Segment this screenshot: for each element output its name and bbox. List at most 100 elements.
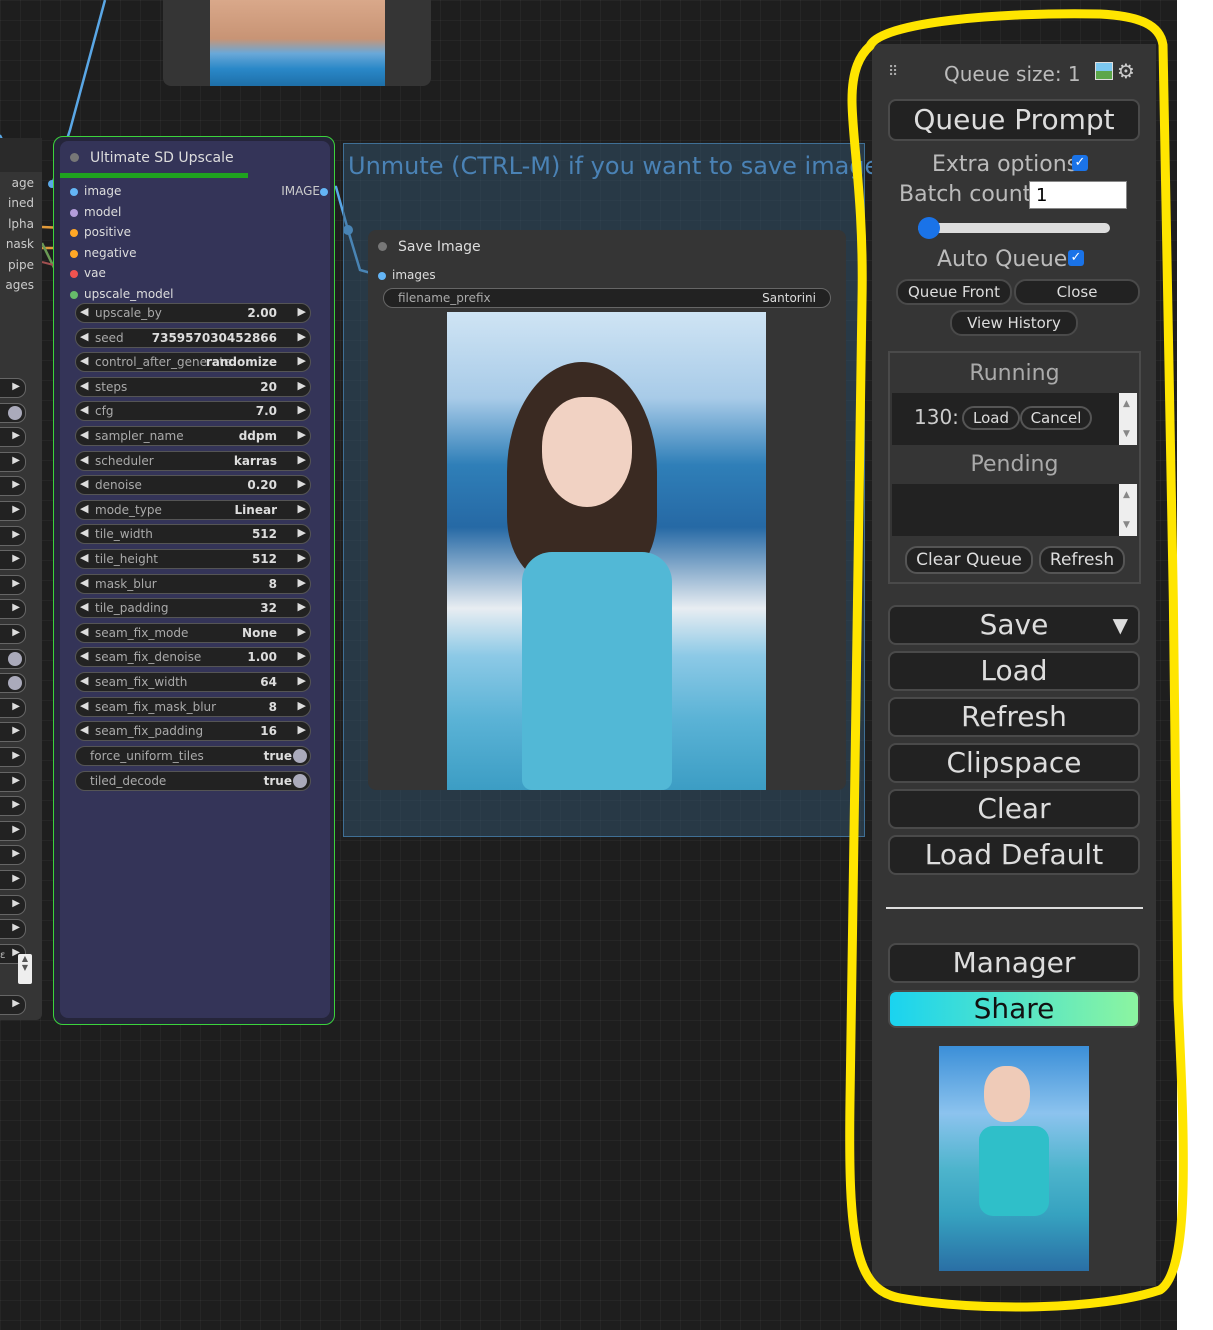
queue-front-button[interactable]: Queue Front: [896, 279, 1012, 305]
left-widget[interactable]: [0, 648, 26, 669]
increment-arrow-icon[interactable]: ▶: [12, 898, 20, 909]
left-widget[interactable]: ▶: [0, 476, 26, 497]
pending-scrollbar[interactable]: ▲ ▼: [1119, 484, 1137, 536]
left-widget[interactable]: ▶: [0, 525, 26, 546]
increment-arrow-icon[interactable]: ▶: [12, 922, 20, 933]
toggle-tiled-decode[interactable]: tiled_decode true: [75, 770, 311, 791]
widget-seam-fix-denoise[interactable]: ◀ seam_fix_denoise 1.00 ▶: [75, 647, 311, 668]
widget-steps[interactable]: ◀ steps 20 ▶: [75, 376, 311, 397]
top-image-node[interactable]: [163, 0, 431, 86]
decrement-arrow-icon[interactable]: ◀: [80, 674, 88, 687]
drag-handle-icon[interactable]: ⠿: [888, 64, 898, 80]
output-image-preview[interactable]: [447, 312, 766, 790]
increment-arrow-icon[interactable]: ▶: [298, 551, 306, 564]
widget-seam-fix-width[interactable]: ◀ seam_fix_width 64 ▶: [75, 672, 311, 692]
increment-arrow-icon[interactable]: ▶: [12, 873, 20, 884]
scroll-down-icon[interactable]: ▼: [1123, 520, 1130, 530]
widget-upscale-by[interactable]: ◀ upscale_by 2.00 ▶: [75, 303, 311, 323]
image-icon[interactable]: [1095, 62, 1113, 80]
increment-arrow-icon[interactable]: ▶: [298, 649, 306, 662]
widget-control-after-generate[interactable]: ◀ control_after_generate randomize ▶: [75, 352, 311, 373]
decrement-arrow-icon[interactable]: ◀: [80, 354, 88, 367]
decrement-arrow-icon[interactable]: ◀: [80, 428, 88, 441]
widget-cfg[interactable]: ◀ cfg 7.0 ▶: [75, 401, 311, 422]
toggle-knob-icon[interactable]: [8, 676, 22, 691]
running-scrollbar[interactable]: ▲ ▼: [1119, 393, 1137, 445]
batch-count-slider[interactable]: [918, 217, 1110, 239]
left-widget[interactable]: ▶: [0, 870, 26, 890]
load-default-button[interactable]: Load Default: [888, 835, 1140, 875]
close-button[interactable]: Close: [1014, 279, 1140, 305]
toggle-knob-icon[interactable]: [293, 749, 307, 763]
clear-button[interactable]: Clear: [888, 789, 1140, 829]
decrement-arrow-icon[interactable]: ◀: [80, 305, 88, 318]
save-image-node[interactable]: Save Image images filename_prefix Santor…: [368, 230, 846, 790]
increment-arrow-icon[interactable]: ▶: [12, 430, 20, 441]
decrement-arrow-icon[interactable]: ◀: [80, 403, 88, 416]
increment-arrow-icon[interactable]: ▶: [12, 725, 20, 736]
left-scroll-stepper[interactable]: ▲ ▼: [18, 954, 32, 984]
left-widget[interactable]: [0, 402, 26, 423]
input-dot-icon[interactable]: [70, 270, 78, 278]
increment-arrow-icon[interactable]: ▶: [298, 330, 306, 343]
increment-arrow-icon[interactable]: ▶: [12, 775, 20, 786]
left-widget[interactable]: ▶: [0, 995, 26, 1015]
extra-options-checkbox[interactable]: ✓: [1072, 155, 1088, 171]
output-dot-icon[interactable]: [320, 188, 328, 196]
increment-arrow-icon[interactable]: ▶: [12, 627, 20, 638]
refresh-button[interactable]: Refresh: [888, 697, 1140, 737]
increment-arrow-icon[interactable]: ▶: [12, 799, 20, 810]
left-widget[interactable]: [0, 673, 26, 694]
collapse-dot-icon[interactable]: [378, 242, 387, 251]
widget-mode-type[interactable]: ◀ mode_type Linear ▶: [75, 499, 311, 520]
batch-count-input[interactable]: 1: [1029, 181, 1127, 209]
widget-mask-blur[interactable]: ◀ mask_blur 8 ▶: [75, 573, 311, 594]
running-list[interactable]: 130: Load Cancel ▲ ▼: [892, 393, 1137, 445]
left-widget[interactable]: ▶: [0, 722, 26, 743]
auto-queue-checkbox[interactable]: ✓: [1068, 250, 1084, 266]
left-widget[interactable]: ▶: [0, 747, 26, 767]
increment-arrow-icon[interactable]: ▶: [12, 455, 20, 466]
output-slot-image[interactable]: IMAGE: [281, 184, 328, 198]
scroll-down-icon[interactable]: ▼: [18, 963, 32, 972]
increment-arrow-icon[interactable]: ▶: [12, 553, 20, 564]
save-button[interactable]: Save ▼: [888, 605, 1140, 645]
widget-sampler-name[interactable]: ◀ sampler_name ddpm ▶: [75, 426, 311, 446]
left-widget[interactable]: ▶: [0, 894, 26, 915]
left-widget[interactable]: ▶: [0, 599, 26, 620]
clipspace-button[interactable]: Clipspace: [888, 743, 1140, 783]
increment-arrow-icon[interactable]: ▶: [12, 504, 20, 515]
decrement-arrow-icon[interactable]: ◀: [80, 649, 88, 662]
widget-denoise[interactable]: ◀ denoise 0.20 ▶: [75, 475, 311, 496]
left-widget[interactable]: ▶: [0, 771, 26, 792]
toggle-force-uniform-tiles[interactable]: force_uniform_tiles true: [75, 746, 311, 766]
pending-list[interactable]: ▲ ▼: [892, 484, 1137, 536]
slider-thumb[interactable]: [918, 217, 940, 239]
increment-arrow-icon[interactable]: ▶: [12, 602, 20, 613]
increment-arrow-icon[interactable]: ▶: [298, 600, 306, 613]
scroll-up-icon[interactable]: ▲: [18, 954, 32, 963]
left-widget[interactable]: ▶: [0, 820, 26, 841]
input-dot-icon[interactable]: [70, 290, 78, 299]
filename-prefix-field[interactable]: filename_prefix Santorini: [383, 288, 831, 308]
latest-image-thumbnail[interactable]: [939, 1046, 1089, 1271]
decrement-arrow-icon[interactable]: ◀: [80, 551, 88, 564]
increment-arrow-icon[interactable]: ▶: [298, 403, 306, 416]
increment-arrow-icon[interactable]: ▶: [298, 428, 306, 441]
toggle-knob-icon[interactable]: [8, 405, 22, 420]
left-widget[interactable]: ▶: [0, 796, 26, 817]
increment-arrow-icon[interactable]: ▶: [298, 354, 306, 367]
toggle-knob-icon[interactable]: [8, 651, 22, 666]
left-widget[interactable]: ▶: [0, 378, 26, 398]
chevron-down-icon[interactable]: ▼: [1113, 607, 1128, 643]
share-button[interactable]: Share: [888, 990, 1140, 1028]
increment-arrow-icon[interactable]: ▶: [298, 502, 306, 515]
increment-arrow-icon[interactable]: ▶: [12, 750, 20, 761]
decrement-arrow-icon[interactable]: ◀: [80, 699, 88, 712]
node-title-bar[interactable]: Save Image: [368, 230, 846, 260]
increment-arrow-icon[interactable]: ▶: [12, 848, 20, 859]
scroll-up-icon[interactable]: ▲: [1123, 399, 1130, 409]
decrement-arrow-icon[interactable]: ◀: [80, 600, 88, 613]
decrement-arrow-icon[interactable]: ◀: [80, 477, 88, 490]
load-item-button[interactable]: Load: [962, 406, 1020, 430]
